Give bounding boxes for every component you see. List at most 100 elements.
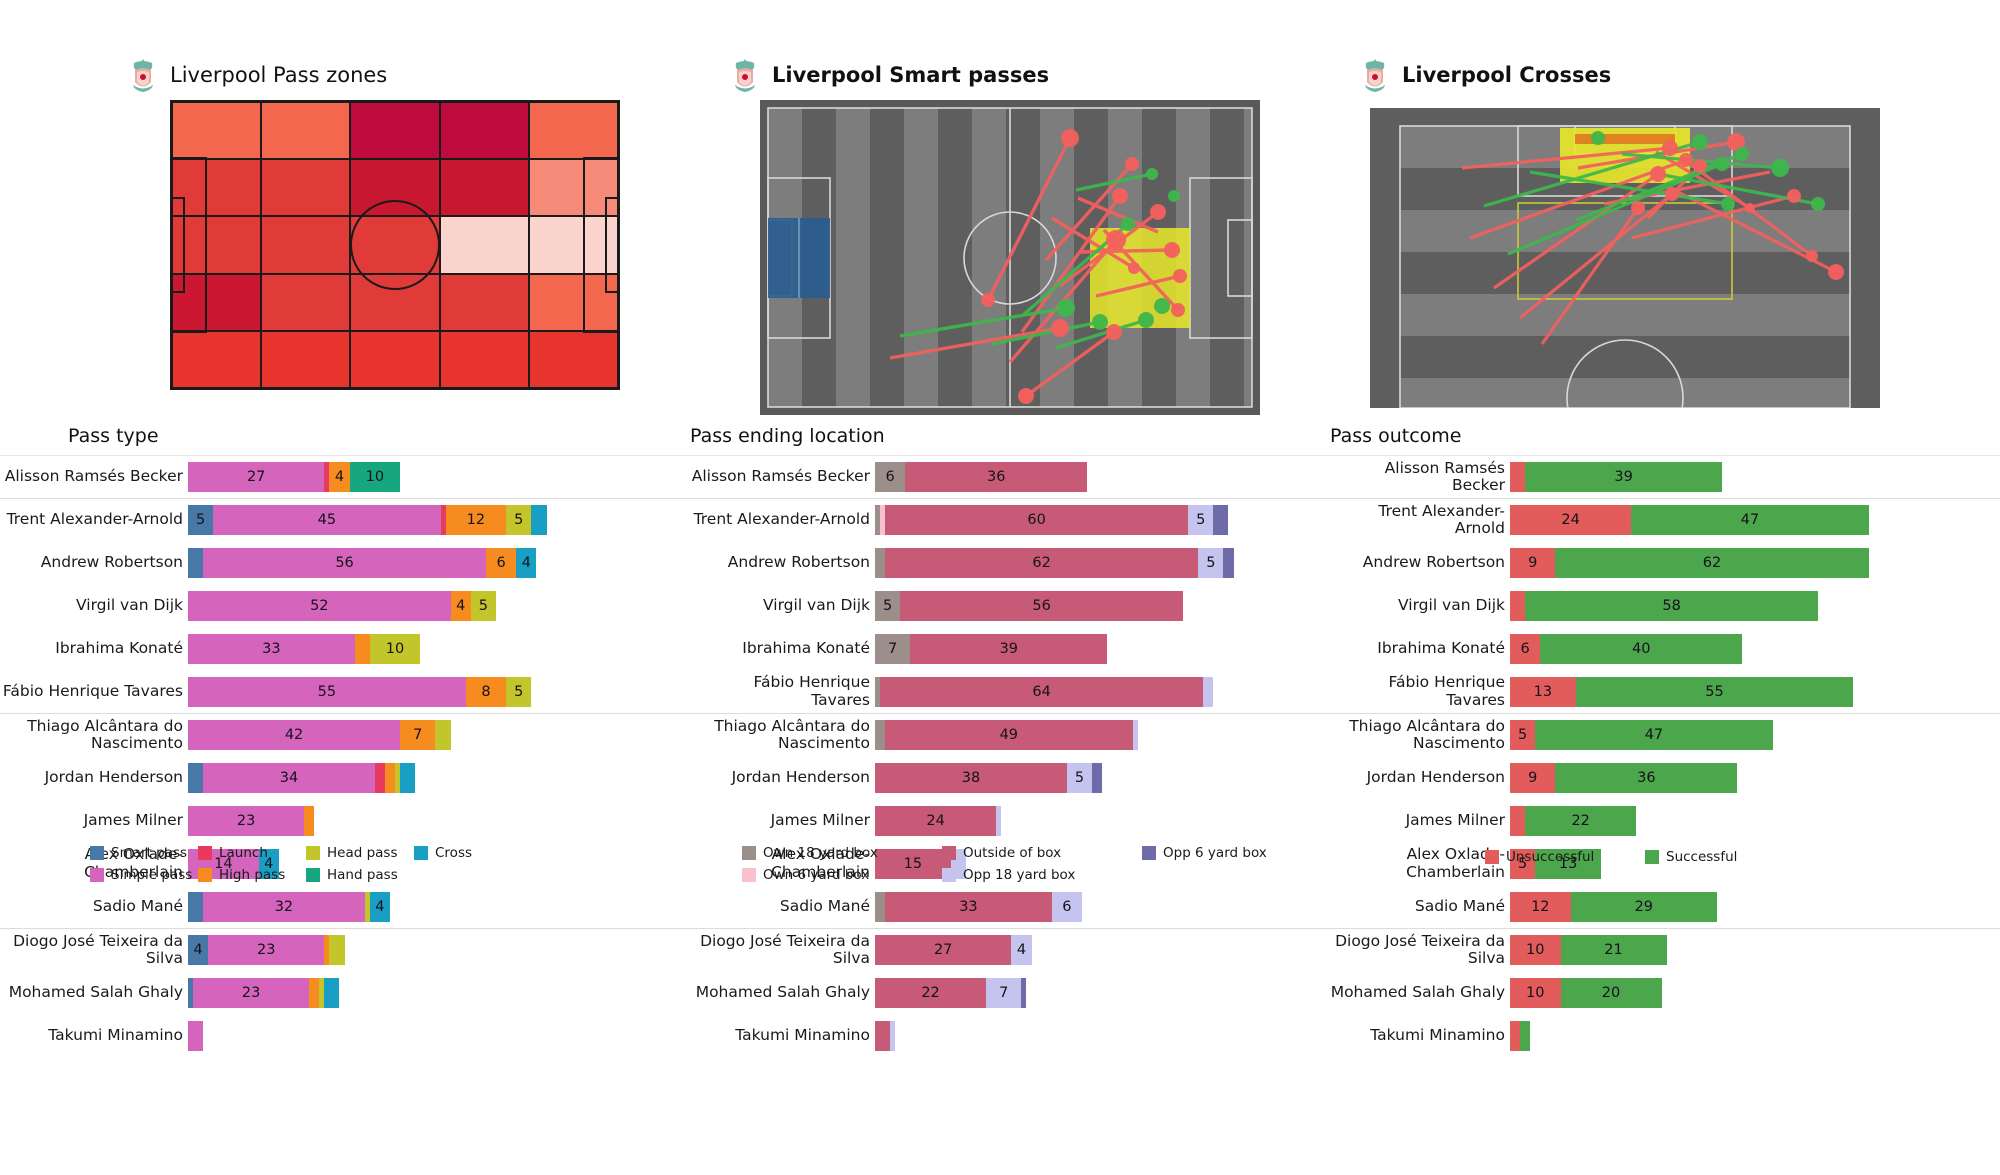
pass-zones-heatmap [170, 100, 620, 390]
bar-segment: 5 [1198, 547, 1224, 578]
table-row: Sadio Mané 12 29 [1330, 885, 2000, 928]
bar-segment: 40 [1540, 633, 1743, 664]
player-label: Alex Oxlade-Chamberlain [1406, 845, 1505, 881]
bar-segment [1213, 505, 1229, 535]
bar-segment: 62 [885, 547, 1199, 578]
legend-label: Opp 18 yard box [963, 867, 1076, 883]
zone-cell-2-2 [350, 216, 440, 274]
table-row: Trent Alexander-Arnold 60 5 [690, 498, 1330, 541]
legend-label: Opp 6 yard box [1163, 845, 1267, 861]
stacked-bar: 39 [1510, 462, 2000, 492]
table-row: Takumi Minamino [690, 1014, 1330, 1057]
stacked-bar: 64 [875, 676, 1330, 707]
legend-swatch [90, 868, 104, 882]
legend-label: Own 18 yard box [763, 845, 878, 861]
table-row: Mohamed Salah Ghaly 10 20 [1330, 971, 2000, 1014]
player-label: Sadio Mané [779, 896, 870, 915]
table-row: Sadio Mané 32 4 [0, 885, 690, 928]
legend-swatch [742, 846, 756, 860]
legend-item: High pass [198, 867, 306, 883]
bar-segment [1132, 720, 1138, 750]
bar-segment [875, 891, 886, 922]
bar-segment: 38 [875, 762, 1067, 793]
panel-pass-zones: Liverpool Pass zones Pass type Alisson R… [0, 0, 690, 1175]
player-label: Trent Alexander-Arnold [693, 510, 870, 529]
bar-segment: 9 [1510, 547, 1556, 578]
legend-item: Opp 18 yard box [942, 867, 1142, 883]
zone-cell-0-1 [261, 102, 351, 160]
table-row: Jordan Henderson 34 [0, 756, 690, 799]
player-label: Mohamed Salah Ghaly [8, 982, 183, 1001]
bar-segment [400, 762, 416, 793]
legend-swatch [742, 868, 756, 882]
stacked-bar: 13 55 [1510, 676, 2000, 707]
table-row: Alisson Ramsés Becker 6 36 [690, 455, 1330, 498]
table-row: Thiago Alcântara do Nascimento 5 47 [1330, 713, 2000, 756]
table-row: Fábio Henrique Tavares 64 [690, 670, 1330, 713]
legend-item: Smart pass [90, 845, 198, 861]
table-row: Fábio Henrique Tavares 13 55 [1330, 670, 2000, 713]
bar-segment: 23 [208, 935, 325, 965]
bar-segment: 55 [188, 676, 466, 707]
stacked-bar [875, 1020, 1330, 1051]
player-label: Mohamed Salah Ghaly [695, 982, 870, 1001]
panel-2-title-row: Liverpool Smart passes [730, 58, 1049, 92]
stacked-bar: 7 39 [875, 633, 1330, 664]
bar-segment: 36 [1555, 762, 1738, 793]
table-row: Fábio Henrique Tavares 55 8 5 [0, 670, 690, 713]
bar-segment: 39 [910, 633, 1108, 664]
player-label: Ibrahima Konaté [55, 638, 183, 657]
zone-cell-3-4 [528, 273, 618, 331]
player-label: Jordan Henderson [1366, 767, 1505, 786]
player-label: Virgil van Dijk [763, 595, 870, 614]
legend-item: Successful [1645, 849, 1805, 865]
panel-2-title: Liverpool Smart passes [772, 63, 1050, 87]
pass-ending-location-chart: Alisson Ramsés Becker 6 36 Trent Alexander-… [690, 455, 1330, 1057]
pass-outcome-chart: Alisson Ramsés Becker 39 Trent Alexander-A… [1330, 455, 2000, 1057]
legend-item: Launch [198, 845, 306, 861]
bar-segment: 24 [875, 805, 997, 836]
legend-item: Hand pass [306, 867, 414, 883]
bar-segment: 10 [1510, 935, 1561, 965]
bar-segment [384, 762, 396, 793]
bar-segment: 58 [1525, 590, 1819, 621]
player-label: Takumi Minamino [735, 1025, 870, 1044]
zone-cell-2-0 [172, 216, 262, 274]
stacked-bar: 34 [188, 762, 690, 793]
stacked-bar: 32 4 [188, 891, 690, 922]
bar-segment: 5 [875, 590, 901, 621]
table-row: Sadio Mané 33 6 [690, 885, 1330, 928]
stacked-bar: 10 21 [1510, 935, 2000, 965]
bar-segment: 24 [1510, 505, 1632, 535]
stacked-bar: 58 [1510, 590, 2000, 621]
bar-segment: 29 [1570, 891, 1718, 922]
player-label: Virgil van Dijk [76, 595, 183, 614]
stacked-bar: 6 36 [875, 462, 1330, 492]
stacked-bar: 6 40 [1510, 633, 2000, 664]
table-row: Trent Alexander-Arnold 5 45 12 5 [0, 498, 690, 541]
zone-cell-4-1 [261, 330, 351, 388]
stacked-bar: 52 4 5 [188, 590, 690, 621]
player-label: Virgil van Dijk [1398, 595, 1505, 614]
pass-type-legend: Smart pass Launch Head pass Cross Simple pas… [90, 845, 522, 883]
stacked-bar: 27 4 [875, 935, 1330, 965]
stacked-bar: 24 47 [1510, 505, 2000, 535]
zone-cell-2-1 [261, 216, 351, 274]
liverpool-crest-icon [133, 59, 153, 92]
legend-item: Opp 6 yard box [1142, 845, 1342, 861]
legend-label: Smart pass [111, 845, 188, 861]
player-label: Trent Alexander-Arnold [6, 510, 183, 529]
bar-segment [996, 805, 1002, 836]
table-row: Andrew Robertson 9 62 [1330, 541, 2000, 584]
legend-swatch [414, 846, 428, 860]
bar-segment: 42 [188, 720, 401, 750]
bar-segment: 5 [1188, 505, 1214, 535]
bar-segment: 27 [875, 935, 1012, 965]
zone-cell-4-3 [439, 330, 529, 388]
bar-segment [875, 547, 886, 578]
player-label: Diogo José Teixeira da Silva [1335, 931, 1505, 967]
bar-segment: 27 [188, 462, 325, 492]
pass-outcome-legend: Unsuccessful Successful [1485, 849, 1805, 865]
bar-segment: 7 [986, 977, 1022, 1008]
table-row: Alisson Ramsés Becker 39 [1330, 455, 2000, 498]
